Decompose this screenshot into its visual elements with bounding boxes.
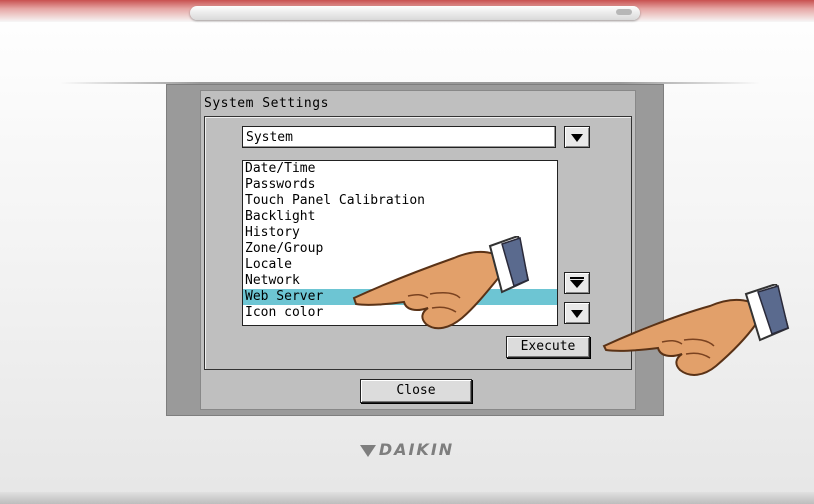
menu-item[interactable]: Network: [243, 273, 557, 289]
execute-button[interactable]: Execute: [506, 336, 590, 358]
scroll-page-down-arrow: [570, 280, 584, 288]
settings-menu-list[interactable]: Date/Time Passwords Touch Panel Calibratio…: [242, 160, 558, 326]
scroll-page-down-button[interactable]: [564, 272, 590, 294]
lcd-screen: System Settings System Date/Time Password…: [200, 90, 636, 410]
brand-mark-icon: [359, 444, 376, 457]
lid-indicator: [616, 9, 632, 15]
brand-name: DAIKIN: [378, 440, 455, 459]
category-dropdown-button[interactable]: [564, 126, 590, 148]
menu-item[interactable]: Locale: [243, 257, 557, 273]
close-button[interactable]: Close: [360, 379, 472, 403]
scroll-down-icon: [571, 310, 583, 318]
device-top-lid: [190, 6, 640, 20]
menu-item[interactable]: Icon color: [243, 305, 557, 321]
menu-item[interactable]: Backlight: [243, 209, 557, 225]
device-bottom-edge: [0, 492, 814, 504]
window-title: System Settings: [204, 96, 329, 111]
controller-device: System Settings System Date/Time Password…: [0, 0, 814, 504]
menu-item[interactable]: History: [243, 225, 557, 241]
menu-item[interactable]: Date/Time: [243, 161, 557, 177]
menu-item[interactable]: Web Server: [243, 289, 557, 305]
brand-logo: DAIKIN: [0, 440, 814, 459]
scroll-page-down-icon: [570, 277, 584, 279]
menu-item[interactable]: Zone/Group: [243, 241, 557, 257]
category-select[interactable]: System: [242, 126, 556, 148]
menu-item[interactable]: Touch Panel Calibration: [243, 193, 557, 209]
menu-item[interactable]: Passwords: [243, 177, 557, 193]
scroll-down-button[interactable]: [564, 302, 590, 324]
triangle-down-icon: [571, 134, 583, 142]
